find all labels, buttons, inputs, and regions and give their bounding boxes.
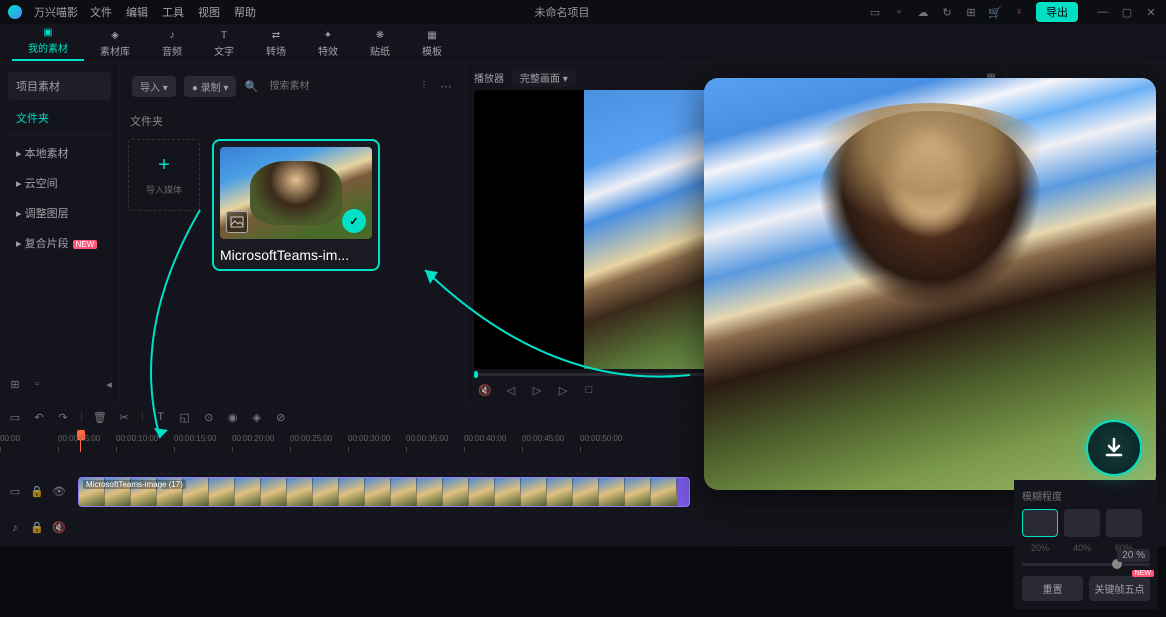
play-icon[interactable]: ▷	[530, 383, 544, 397]
large-preview-overlay	[704, 78, 1156, 490]
stop-icon[interactable]: □	[582, 383, 596, 397]
search-input[interactable]	[266, 78, 409, 95]
record-button[interactable]: ● 录制 ▾	[184, 76, 237, 97]
minimize-icon[interactable]: —	[1096, 5, 1110, 19]
maximize-icon[interactable]: ▢	[1120, 5, 1134, 19]
tab-my-media[interactable]: ▣我的素材	[12, 27, 84, 61]
app-logo	[8, 5, 22, 19]
save-icon[interactable]: ▫	[892, 5, 906, 19]
main-menu: 文件 编辑 工具 视图 帮助	[90, 4, 256, 20]
player-label: 播放器	[474, 70, 504, 85]
undo-icon[interactable]: ↶	[32, 410, 46, 424]
sidebar-cloud[interactable]: ▸ 云空间	[8, 169, 111, 197]
next-frame-icon[interactable]: ▷	[556, 383, 570, 397]
blur-panel: 模糊程度 20% 40% 60% 20 % 重置 关键帧五点NEW	[1014, 480, 1158, 609]
left-sidebar: 项目素材 文件夹 ▸ 本地素材 ▸ 云空间 ▸ 调整图层 ▸ 复合片段NEW ⊞…	[0, 64, 120, 404]
cart-icon[interactable]: 🛒	[988, 5, 1002, 19]
blur-label: 模糊程度	[1022, 488, 1150, 503]
thumbnail-label: MicrosoftTeams-im...	[220, 239, 372, 263]
view-mode-dropdown[interactable]: 完整画面 ▾	[512, 68, 576, 87]
blur-preset-2[interactable]	[1064, 509, 1100, 537]
tab-templates[interactable]: ▦模板	[406, 30, 458, 58]
user-icon[interactable]: ♀	[1012, 5, 1026, 19]
sidebar-local[interactable]: ▸ 本地素材	[8, 139, 111, 167]
text-tool-icon[interactable]: T	[154, 410, 168, 424]
filter-icon[interactable]: ⫶	[417, 80, 431, 94]
titlebar: 万兴喵影 文件 编辑 工具 视图 帮助 未命名项目 ▭ ▫ ☁ ↻ ⊞ 🛒 ♀ …	[0, 0, 1166, 24]
crop-icon[interactable]: ◱	[178, 410, 192, 424]
save-panel-icon[interactable]: ▫	[30, 377, 44, 391]
delete-icon[interactable]: 🗑	[93, 410, 107, 424]
import-button[interactable]: 导入 ▾	[132, 76, 176, 97]
audio-lock-icon[interactable]: 🔒	[30, 521, 44, 535]
export-button[interactable]: 导出	[1036, 2, 1078, 22]
sidebar-compound[interactable]: ▸ 复合片段NEW	[8, 229, 111, 257]
blur-preset-1[interactable]	[1022, 509, 1058, 537]
folder-label: 文件夹	[128, 109, 457, 133]
keyframe-button[interactable]: 关键帧五点NEW	[1089, 576, 1150, 601]
thumbnail-image: ✓	[220, 147, 372, 239]
check-icon: ✓	[342, 209, 366, 233]
tool-tabs: ▣我的素材 ◈素材库 ♪音频 T文字 ⇄转场 ✦特效 ❋贴纸 ▦模板	[0, 24, 1166, 64]
keyframe-icon[interactable]: ◈	[250, 410, 264, 424]
app-name: 万兴喵影	[34, 4, 78, 20]
audio-track: ♪ 🔒 🔇	[0, 510, 1166, 546]
volume-icon[interactable]: 🔇	[478, 383, 492, 397]
plus-icon: +	[158, 154, 170, 177]
menu-edit[interactable]: 编辑	[126, 4, 148, 20]
collapse-icon[interactable]: ◂	[102, 377, 116, 391]
tab-effects[interactable]: ✦特效	[302, 30, 354, 58]
history-icon[interactable]: ↻	[940, 5, 954, 19]
image-type-icon	[226, 211, 248, 233]
blur-slider[interactable]: 20 %	[1022, 563, 1150, 566]
cloud-icon[interactable]: ☁	[916, 5, 930, 19]
speed-icon[interactable]: ⊙	[202, 410, 216, 424]
audio-track-icon[interactable]: ♪	[8, 521, 22, 535]
new-folder-icon[interactable]: ⊞	[8, 377, 22, 391]
media-thumbnail[interactable]: ✓ MicrosoftTeams-im...	[212, 139, 380, 271]
import-media-box[interactable]: + 导入媒体	[128, 139, 200, 211]
lock-icon[interactable]: 🔒	[30, 485, 44, 499]
search-icon: 🔍	[244, 80, 258, 94]
mute-icon[interactable]: 🔇	[52, 521, 66, 535]
menu-view[interactable]: 视图	[198, 4, 220, 20]
sidebar-adjust[interactable]: ▸ 调整图层	[8, 199, 111, 227]
reset-button[interactable]: 重置	[1022, 576, 1083, 601]
blur-preset-3[interactable]	[1106, 509, 1142, 537]
redo-icon[interactable]: ↷	[56, 410, 70, 424]
download-button[interactable]	[1086, 420, 1142, 476]
menu-file[interactable]: 文件	[90, 4, 112, 20]
visibility-icon[interactable]: 👁	[52, 485, 66, 499]
project-title: 未命名项目	[268, 4, 856, 20]
timeline-clip[interactable]: MicrosoftTeams-image (17)	[78, 477, 690, 507]
menu-tools[interactable]: 工具	[162, 4, 184, 20]
timer-icon[interactable]: ⊘	[274, 410, 288, 424]
tab-text[interactable]: T文字	[198, 30, 250, 58]
select-tool-icon[interactable]: ▭	[8, 410, 22, 424]
grid-icon[interactable]: ⊞	[964, 5, 978, 19]
prev-frame-icon[interactable]: ◁	[504, 383, 518, 397]
video-track-icon[interactable]: ▭	[8, 485, 22, 499]
tab-stickers[interactable]: ❋贴纸	[354, 30, 406, 58]
cut-icon[interactable]: ✂	[117, 410, 131, 424]
menu-help[interactable]: 帮助	[234, 4, 256, 20]
color-icon[interactable]: ◉	[226, 410, 240, 424]
tab-stock[interactable]: ◈素材库	[84, 30, 146, 58]
sidebar-folder-head: 文件夹	[8, 102, 111, 135]
media-panel: 导入 ▾ ● 录制 ▾ 🔍 ⫶ ⋯ 文件夹 + 导入媒体 ✓ Microsoft…	[120, 64, 466, 404]
tab-transition[interactable]: ⇄转场	[250, 30, 302, 58]
tab-audio[interactable]: ♪音频	[146, 30, 198, 58]
more-icon[interactable]: ⋯	[439, 80, 453, 94]
layout-icon[interactable]: ▭	[868, 5, 882, 19]
close-icon[interactable]: ✕	[1144, 5, 1158, 19]
sidebar-project-media[interactable]: 项目素材	[8, 72, 111, 100]
